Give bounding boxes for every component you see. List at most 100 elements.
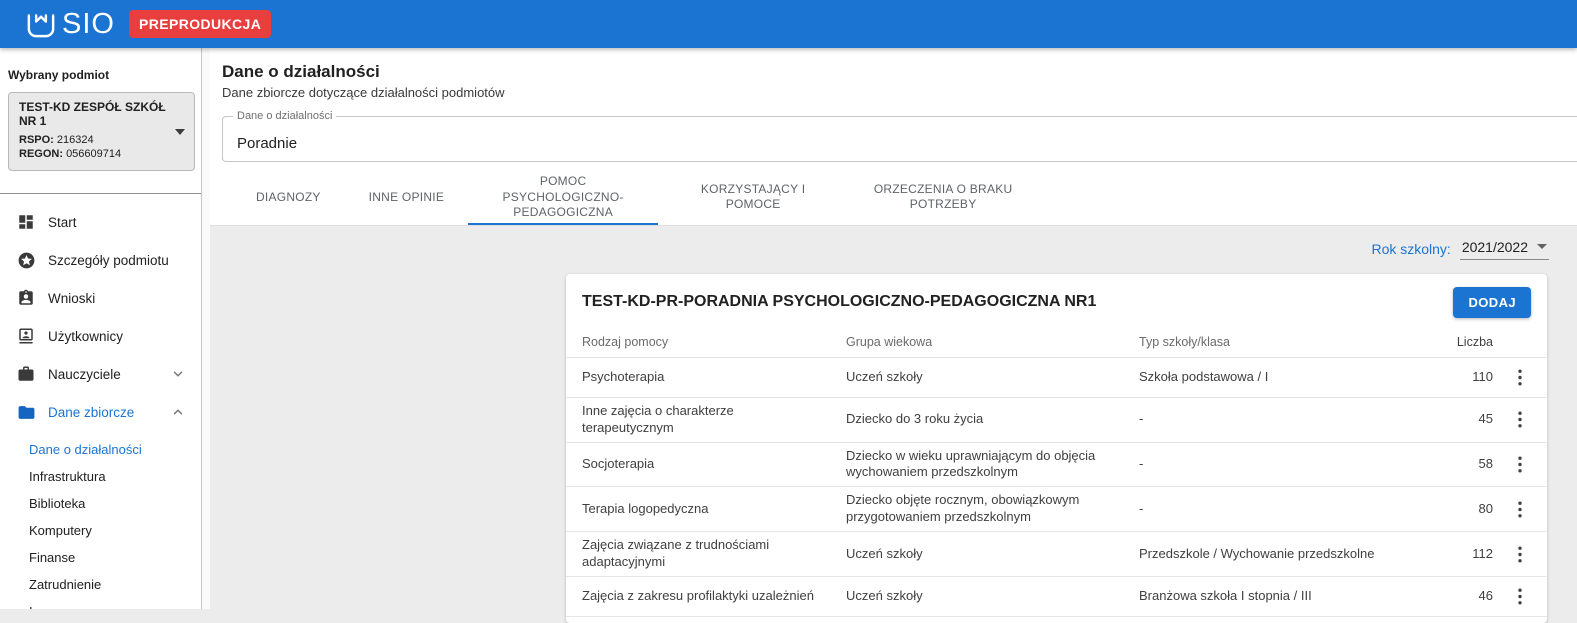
table-row: Psychoterapia Uczeń szkoły Szkoła podsta… <box>566 358 1547 398</box>
sidebar-subitem-inne[interactable]: Inne <box>29 598 201 609</box>
sidebar-subitem-infrastruktura[interactable]: Infrastruktura <box>29 463 201 490</box>
cell-liczba: 80 <box>1478 500 1493 516</box>
page-subtitle: Dane zbiorcze dotyczące działalności pod… <box>222 85 505 100</box>
briefcase-icon <box>16 364 36 384</box>
sidebar-subitem-zatrudnienie[interactable]: Zatrudnienie <box>29 571 201 598</box>
sidebar-item-uzytkownicy[interactable]: Użytkownicy <box>0 317 201 355</box>
cell-rodzaj-pomocy: Zajęcia związane z trudnościami adaptacy… <box>582 537 770 570</box>
sio-logo-icon <box>24 7 62 41</box>
cell-rodzaj-pomocy: Inne zajęcia o charakterze terapeutyczny… <box>582 402 734 435</box>
sidebar-item-label: Start <box>48 214 77 230</box>
chevron-up-icon <box>171 405 185 419</box>
entity-selector[interactable]: TEST-KD ZESPÓŁ SZKÓŁ NR 1 RSPO: 216324 R… <box>8 92 195 172</box>
table-row: Inne zajęcia o charakterze terapeutyczny… <box>566 398 1547 443</box>
row-menu-kebab-icon[interactable] <box>1508 452 1532 476</box>
sidebar-item-nauczyciele[interactable]: Nauczyciele <box>0 355 201 393</box>
cell-typ-szkoly: Przedszkole / Wychowanie przedszkolne <box>1139 545 1375 561</box>
cell-typ-szkoly: - <box>1139 500 1144 516</box>
cell-rodzaj-pomocy: Socjoterapia <box>582 456 655 471</box>
sio-logo-text: SIO <box>62 7 115 40</box>
row-menu-kebab-icon[interactable] <box>1508 497 1532 521</box>
cell-grupa-wiekowa: Uczeń szkoły <box>846 545 923 561</box>
content-area: Rok szkolny: 2021/2022 TEST-KD-PR-PORADN… <box>210 226 1577 623</box>
tab-korzystajacy-i-pomoce[interactable]: KORZYSTAJĄCY I POMOCE <box>658 172 848 225</box>
cell-grupa-wiekowa: Uczeń szkoły <box>846 587 923 603</box>
dane-zbiorcze-submenu: Dane o działalności Infrastruktura Bibli… <box>0 431 201 609</box>
column-header-rodzaj-pomocy: Rodzaj pomocy <box>582 335 669 350</box>
sio-logo[interactable]: SIO <box>24 7 115 41</box>
cell-typ-szkoly: - <box>1139 411 1144 427</box>
sidebar-scrollbar-gutter[interactable] <box>202 48 210 609</box>
cell-typ-szkoly: - <box>1139 456 1144 471</box>
sidebar-menu: Start Szczegóły podmiotu Wnioski Użytkow… <box>0 194 201 609</box>
cell-liczba: 110 <box>1472 368 1493 384</box>
cell-grupa-wiekowa: Uczeń szkoły <box>846 368 923 384</box>
column-header-typ-szkoly-klasa: Typ szkoły/klasa <box>1139 335 1231 350</box>
chevron-down-icon <box>171 367 185 381</box>
entity-rspo-label: RSPO: <box>19 133 54 146</box>
tab-orzeczenia-o-braku-potrzeby[interactable]: ORZECZENIA O BRAKU POTRZEBY <box>848 172 1038 225</box>
activity-type-select-value: Poradnie <box>237 135 298 152</box>
page-header: Dane o działalności Dane zbiorcze dotycz… <box>210 48 1577 226</box>
sidebar-item-label: Szczegóły podmiotu <box>48 252 169 268</box>
cell-typ-szkoly: Szkoła podstawowa / I <box>1139 368 1269 384</box>
users-card-icon <box>16 326 36 346</box>
page-title: Dane o działalności <box>222 62 380 81</box>
card-title: TEST-KD-PR-PORADNIA PSYCHOLOGICZNO-PEDAG… <box>582 293 1097 311</box>
entity-regon-value: 056609714 <box>66 148 122 161</box>
sidebar-item-wnioski[interactable]: Wnioski <box>0 279 201 317</box>
cell-liczba: 58 <box>1478 456 1493 471</box>
activity-type-select-label: Dane o działalności <box>233 110 337 122</box>
entity-regon: REGON: 056609714 <box>19 147 168 162</box>
top-app-bar: SIO PREPRODUKCJA <box>0 0 1577 48</box>
row-menu-kebab-icon[interactable] <box>1508 365 1532 389</box>
table-row: Socjoterapia Dziecko w wieku uprawniając… <box>566 443 1547 488</box>
sidebar-subitem-finanse[interactable]: Finanse <box>29 544 201 571</box>
table-row: Terapia logopedyczna Dziecko objęte rocz… <box>566 487 1547 533</box>
cell-grupa-wiekowa: Dziecko objęte rocznym, obowiązkowym prz… <box>846 492 1080 525</box>
sidebar-subitem-dane-o-dzialalnosci[interactable]: Dane o działalności <box>29 436 201 463</box>
tab-inne-opinie[interactable]: INNE OPINIE <box>345 172 468 225</box>
column-header-grupa-wiekowa: Grupa wiekowa <box>846 335 933 350</box>
tab-diagnozy[interactable]: DIAGNOZY <box>232 172 345 225</box>
sidebar-item-start[interactable]: Start <box>0 203 201 241</box>
sidebar-item-label: Wnioski <box>48 290 96 306</box>
cell-liczba: 46 <box>1478 587 1493 603</box>
school-year-row: Rok szkolny: 2021/2022 <box>210 239 1577 260</box>
tab-pomoc-psychologiczno-pedagogiczna[interactable]: POMOC PSYCHOLOGICZNO-PEDAGOGICZNA <box>468 172 659 225</box>
table-header-row: Rodzaj pomocy Grupa wiekowa Typ szkoły/k… <box>566 328 1547 358</box>
row-menu-kebab-icon[interactable] <box>1508 584 1532 608</box>
entity-rspo: RSPO: 216324 <box>19 133 168 148</box>
dashboard-icon <box>16 212 36 232</box>
sidebar-subitem-komputery[interactable]: Komputery <box>29 517 201 544</box>
sidebar-item-dane-zbiorcze[interactable]: Dane zbiorcze <box>0 393 201 431</box>
tab-bar: DIAGNOZY INNE OPINIE POMOC PSYCHOLOGICZN… <box>222 172 1577 225</box>
main-area: Dane o działalności Dane zbiorcze dotycz… <box>210 48 1577 623</box>
column-header-liczba: Liczba <box>1456 335 1493 350</box>
cell-grupa-wiekowa: Dziecko do 3 roku życia <box>846 411 984 427</box>
activity-type-select[interactable]: Dane o działalności Poradnie <box>222 110 1577 162</box>
sidebar-item-label: Dane zbiorcze <box>48 404 135 420</box>
sidebar-subitem-biblioteka[interactable]: Biblioteka <box>29 490 201 517</box>
school-year-select[interactable]: 2021/2022 <box>1459 238 1549 260</box>
cell-grupa-wiekowa: Dziecko w wieku uprawniającym do objęcia… <box>846 447 1096 480</box>
cell-liczba: 112 <box>1472 545 1493 561</box>
cell-rodzaj-pomocy: Terapia logopedyczna <box>582 500 709 516</box>
card-header: TEST-KD-PR-PORADNIA PSYCHOLOGICZNO-PEDAG… <box>566 274 1547 328</box>
school-year-label: Rok szkolny: <box>1371 241 1451 258</box>
add-button[interactable]: DODAJ <box>1453 286 1531 318</box>
sidebar-item-szczegoly-podmiotu[interactable]: Szczegóły podmiotu <box>0 241 201 279</box>
environment-badge: PREPRODUKCJA <box>128 10 272 38</box>
table-row: Zajęcia z zakresu profilaktyki uzależnie… <box>566 577 1547 617</box>
table-row: Zajęcia związane z trudnościami adaptacy… <box>566 532 1547 577</box>
row-menu-kebab-icon[interactable] <box>1508 408 1532 432</box>
cell-liczba: 45 <box>1478 411 1493 427</box>
entity-dropdown-caret-icon <box>175 128 185 135</box>
sidebar-item-label: Użytkownicy <box>48 328 124 344</box>
star-circle-icon <box>16 250 36 270</box>
school-year-value: 2021/2022 <box>1461 238 1528 255</box>
assignment-person-icon <box>16 288 36 308</box>
cell-rodzaj-pomocy: Psychoterapia <box>582 368 665 384</box>
sidebar: Wybrany podmiot TEST-KD ZESPÓŁ SZKÓŁ NR … <box>0 48 202 609</box>
row-menu-kebab-icon[interactable] <box>1508 542 1532 566</box>
